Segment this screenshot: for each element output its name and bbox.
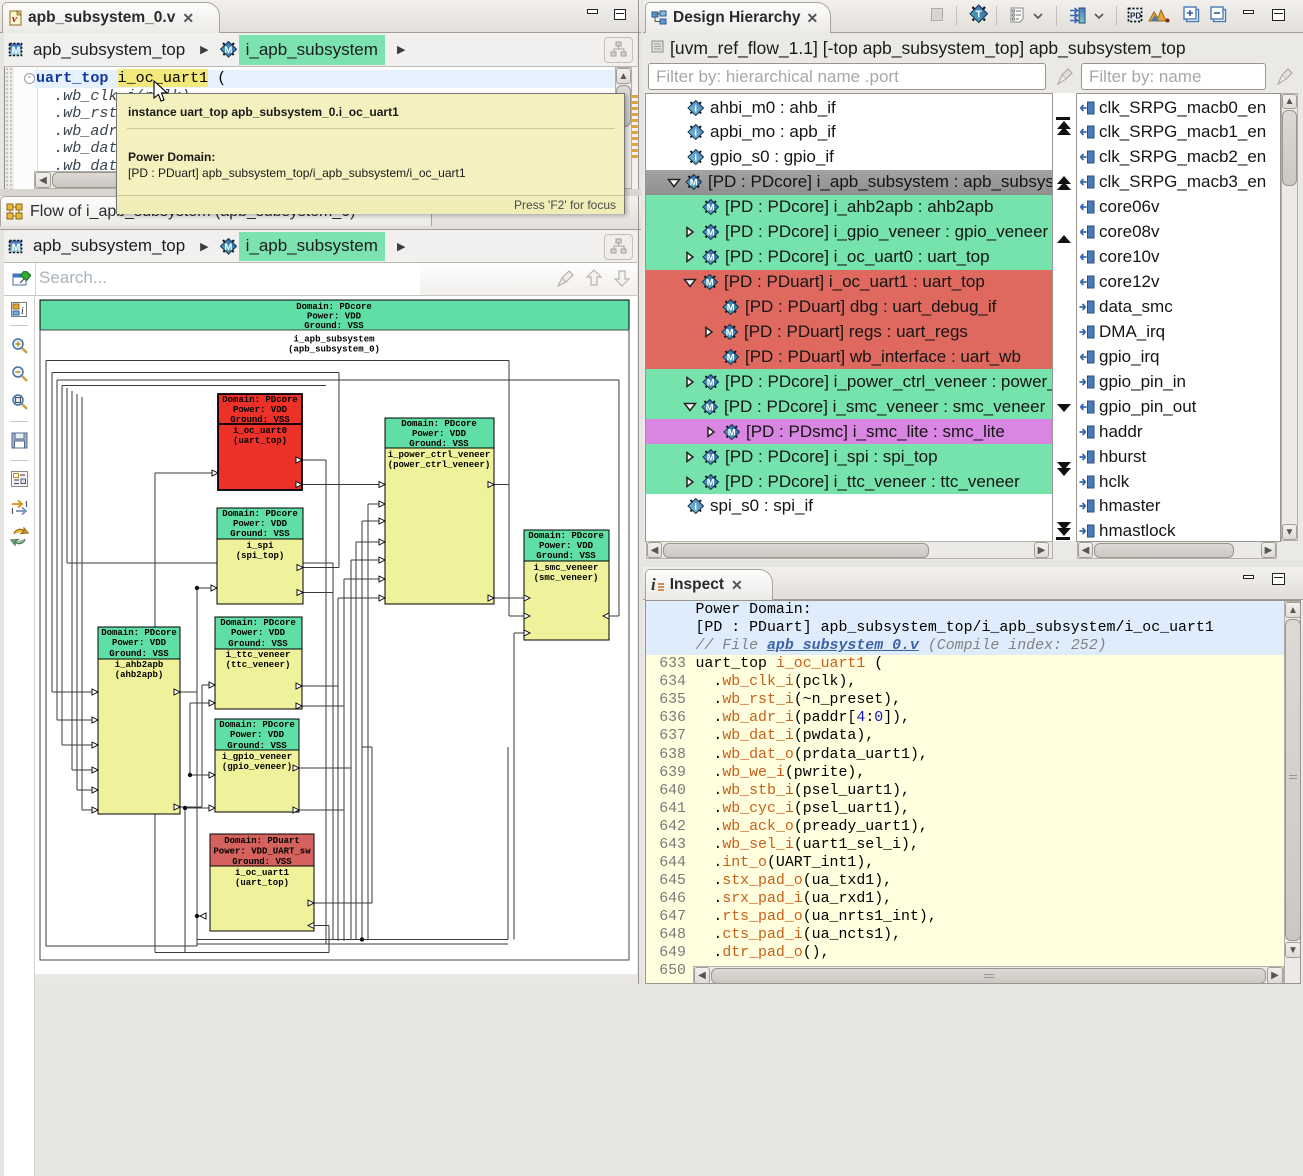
svg-text:Domain: PDcore: Domain: PDcore <box>528 531 604 541</box>
svg-text:(ahb2apb): (ahb2apb) <box>115 670 164 680</box>
svg-text:Power: VDD_UART_sw: Power: VDD_UART_sw <box>213 847 311 857</box>
svg-text:Ground: VSS: Ground: VSS <box>230 529 290 539</box>
svg-text:(apb_subsystem_0): (apb_subsystem_0) <box>288 345 380 355</box>
svg-text:i_spi: i_spi <box>246 541 274 551</box>
svg-text:Power: VDD: Power: VDD <box>112 638 167 648</box>
svg-text:Domain: PDcore: Domain: PDcore <box>296 302 372 312</box>
svg-text:Ground: VSS: Ground: VSS <box>304 321 364 331</box>
svg-text:M: M <box>707 203 715 214</box>
svg-text:Power: VDD: Power: VDD <box>233 405 288 415</box>
svg-text:M: M <box>727 352 735 363</box>
svg-text:Ground: VSS: Ground: VSS <box>228 639 288 649</box>
svg-text:i_ahb2apb: i_ahb2apb <box>115 660 164 670</box>
svg-text:Power: VDD: Power: VDD <box>231 628 286 638</box>
svg-text:M: M <box>224 242 232 253</box>
svg-text:M: M <box>728 427 736 438</box>
svg-text:i_power_ctrl_veneer: i_power_ctrl_veneer <box>388 450 491 460</box>
svg-text:i: i <box>694 103 697 114</box>
svg-text:M: M <box>690 178 698 189</box>
svg-text:i_oc_uart0: i_oc_uart0 <box>233 426 287 436</box>
svg-text:(spi_top): (spi_top) <box>236 551 285 561</box>
svg-text:M: M <box>707 228 715 239</box>
svg-text:Ground: VSS: Ground: VSS <box>227 741 287 751</box>
svg-text:i_oc_uart1: i_oc_uart1 <box>235 868 290 878</box>
svg-text:v: v <box>12 13 17 25</box>
svg-text:Ground: VSS: Ground: VSS <box>109 649 169 659</box>
svg-text:T: T <box>976 9 983 21</box>
svg-text:M: M <box>706 402 714 413</box>
svg-text:Ground: VSS: Ground: VSS <box>232 857 292 867</box>
svg-text:Domain: PDcore: Domain: PDcore <box>220 618 296 628</box>
svg-text:(uart_top): (uart_top) <box>233 436 287 446</box>
svg-text:M: M <box>707 452 715 463</box>
svg-text:M: M <box>224 45 232 56</box>
svg-text:Domain: PDcore: Domain: PDcore <box>101 628 177 638</box>
svg-text:Ground: VSS: Ground: VSS <box>536 551 596 561</box>
svg-text:i: i <box>694 153 697 164</box>
svg-text:i_apb_subsystem: i_apb_subsystem <box>293 335 375 345</box>
svg-text:Domain: PDcore: Domain: PDcore <box>222 395 298 405</box>
svg-text:M: M <box>706 278 714 289</box>
svg-text:Power: VDD: Power: VDD <box>307 312 362 322</box>
svg-text:Power: VDD: Power: VDD <box>233 519 288 529</box>
svg-text:Domain: PDcore: Domain: PDcore <box>222 509 298 519</box>
svg-text:M: M <box>727 302 735 313</box>
svg-text:Ground: VSS: Ground: VSS <box>230 415 290 425</box>
svg-text:M: M <box>707 253 715 264</box>
svg-text:Domain: PDcore: Domain: PDcore <box>219 720 295 730</box>
svg-text:i: i <box>694 502 697 513</box>
svg-text:Power: VDD: Power: VDD <box>412 429 467 439</box>
svg-text:Ground: VSS: Ground: VSS <box>409 439 469 449</box>
svg-text:i: i <box>694 128 697 139</box>
svg-text:M: M <box>707 377 715 388</box>
svg-text:i: i <box>21 306 24 317</box>
svg-text:(ttc_veneer): (ttc_veneer) <box>226 660 291 670</box>
svg-text:(power_ctrl_veneer): (power_ctrl_veneer) <box>388 460 491 470</box>
svg-text:i_smc_veneer: i_smc_veneer <box>534 563 599 573</box>
svg-text:M: M <box>12 45 21 57</box>
svg-text:Power: VDD: Power: VDD <box>539 541 594 551</box>
svg-text:Power: VDD: Power: VDD <box>230 730 285 740</box>
svg-text:(smc_veneer): (smc_veneer) <box>534 573 599 583</box>
svg-text:M: M <box>707 477 715 488</box>
svg-text:(uart_top): (uart_top) <box>235 878 289 888</box>
svg-text:Domain: PDuart: Domain: PDuart <box>224 836 300 846</box>
svg-text:i_gpio_veneer: i_gpio_veneer <box>222 752 292 762</box>
svg-text:Domain: PDcore: Domain: PDcore <box>401 419 477 429</box>
svg-text:(gpio_veneer): (gpio_veneer) <box>222 762 292 772</box>
svg-text:PD: PD <box>1130 12 1141 21</box>
svg-text:i_ttc_veneer: i_ttc_veneer <box>226 650 291 660</box>
svg-text:M: M <box>12 241 21 253</box>
svg-text:M: M <box>726 327 734 338</box>
